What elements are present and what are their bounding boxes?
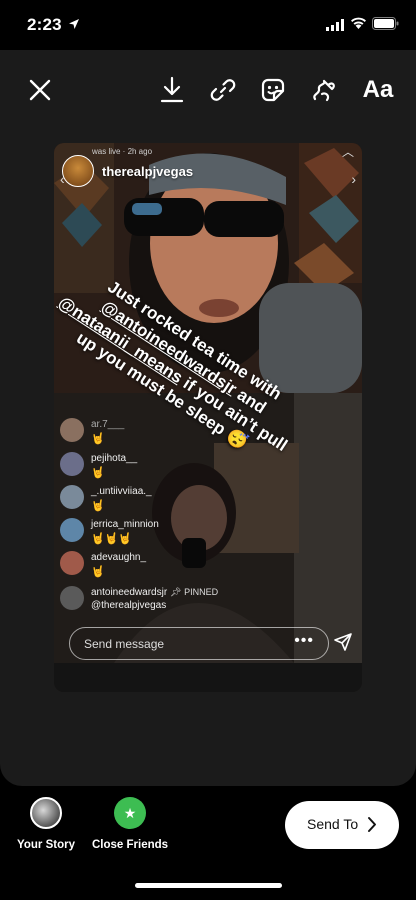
- close-icon: [29, 79, 51, 101]
- close-friends-label: Close Friends: [92, 839, 169, 851]
- more-options-icon[interactable]: •••: [294, 632, 314, 650]
- live-host-username: therealpjvegas: [102, 164, 194, 179]
- commenter-name: jerrica_minnion: [91, 519, 159, 530]
- send-message-field[interactable]: Send message •••: [69, 627, 329, 660]
- battery-icon: [372, 17, 399, 35]
- was-live-text: was live · 2h ago: [92, 147, 153, 156]
- close-friends-button[interactable]: ★ Close Friends: [92, 797, 168, 851]
- home-indicator[interactable]: [135, 883, 282, 888]
- commenter-name: _.untiivviiaa._: [91, 486, 152, 497]
- comment-text: @therealpjvegas: [91, 600, 167, 611]
- your-story-avatar: [30, 797, 62, 829]
- download-button[interactable]: [156, 74, 188, 106]
- commenter-avatar: [60, 518, 84, 542]
- download-icon: [160, 76, 184, 103]
- your-story-label: Your Story: [17, 839, 75, 851]
- commenter-name: ar.7___: [91, 419, 125, 430]
- pinned-label: PINNED: [184, 587, 219, 597]
- live-host-avatar: [62, 155, 94, 187]
- sticker-button[interactable]: [257, 74, 289, 106]
- comment-text: 🤘: [91, 467, 105, 479]
- chevron-right-icon: ›: [351, 171, 356, 187]
- card-bottom-strip: [54, 663, 362, 692]
- close-friends-badge: ★: [114, 797, 146, 829]
- comment-text: 🤘: [91, 500, 105, 512]
- sticker-face-icon: [261, 78, 285, 102]
- commenter-avatar: [60, 452, 84, 476]
- commenter-avatar: [60, 485, 84, 509]
- link-button[interactable]: [207, 74, 239, 106]
- comment-text: 🤘: [91, 433, 105, 445]
- status-bar: 2:23: [0, 0, 416, 50]
- close-button[interactable]: [24, 74, 56, 106]
- chevron-up-icon: ︿: [341, 145, 354, 159]
- squiggle-draw-icon: [313, 79, 335, 102]
- commenter-avatar: [60, 586, 84, 610]
- status-time: 2:23: [27, 15, 62, 34]
- send-to-label: Send To: [307, 816, 359, 832]
- commenter-avatar: [60, 418, 84, 442]
- text-tool-button[interactable]: Aa: [358, 74, 398, 106]
- commenter-avatar: [60, 551, 84, 575]
- cellular-signal-icon: [326, 18, 344, 36]
- chevron-right-icon: [367, 816, 377, 838]
- chevron-left-icon: ‹: [60, 171, 65, 187]
- comment-text: 🤘🤘🤘: [91, 533, 133, 545]
- send-message-placeholder: Send message: [84, 637, 165, 651]
- pin-icon: 📌︎: [169, 587, 182, 597]
- send-to-button[interactable]: Send To: [285, 801, 399, 849]
- draw-button[interactable]: [308, 74, 340, 106]
- pinned-commenter-name: antoineedwardsjr: [91, 587, 168, 598]
- star-icon: ★: [123, 805, 137, 821]
- location-arrow-icon: [68, 17, 80, 35]
- commenter-name: adevaughn_: [91, 552, 147, 563]
- wifi-icon: [350, 16, 367, 34]
- direct-share-icon[interactable]: [333, 632, 353, 657]
- commenter-name: antoineedwardsjr 📌︎ PINNED: [91, 587, 218, 598]
- your-story-button[interactable]: Your Story: [9, 797, 83, 851]
- comment-text: 🤘: [91, 566, 105, 578]
- commenter-name: pejihota__: [91, 453, 138, 464]
- link-icon: [210, 79, 236, 101]
